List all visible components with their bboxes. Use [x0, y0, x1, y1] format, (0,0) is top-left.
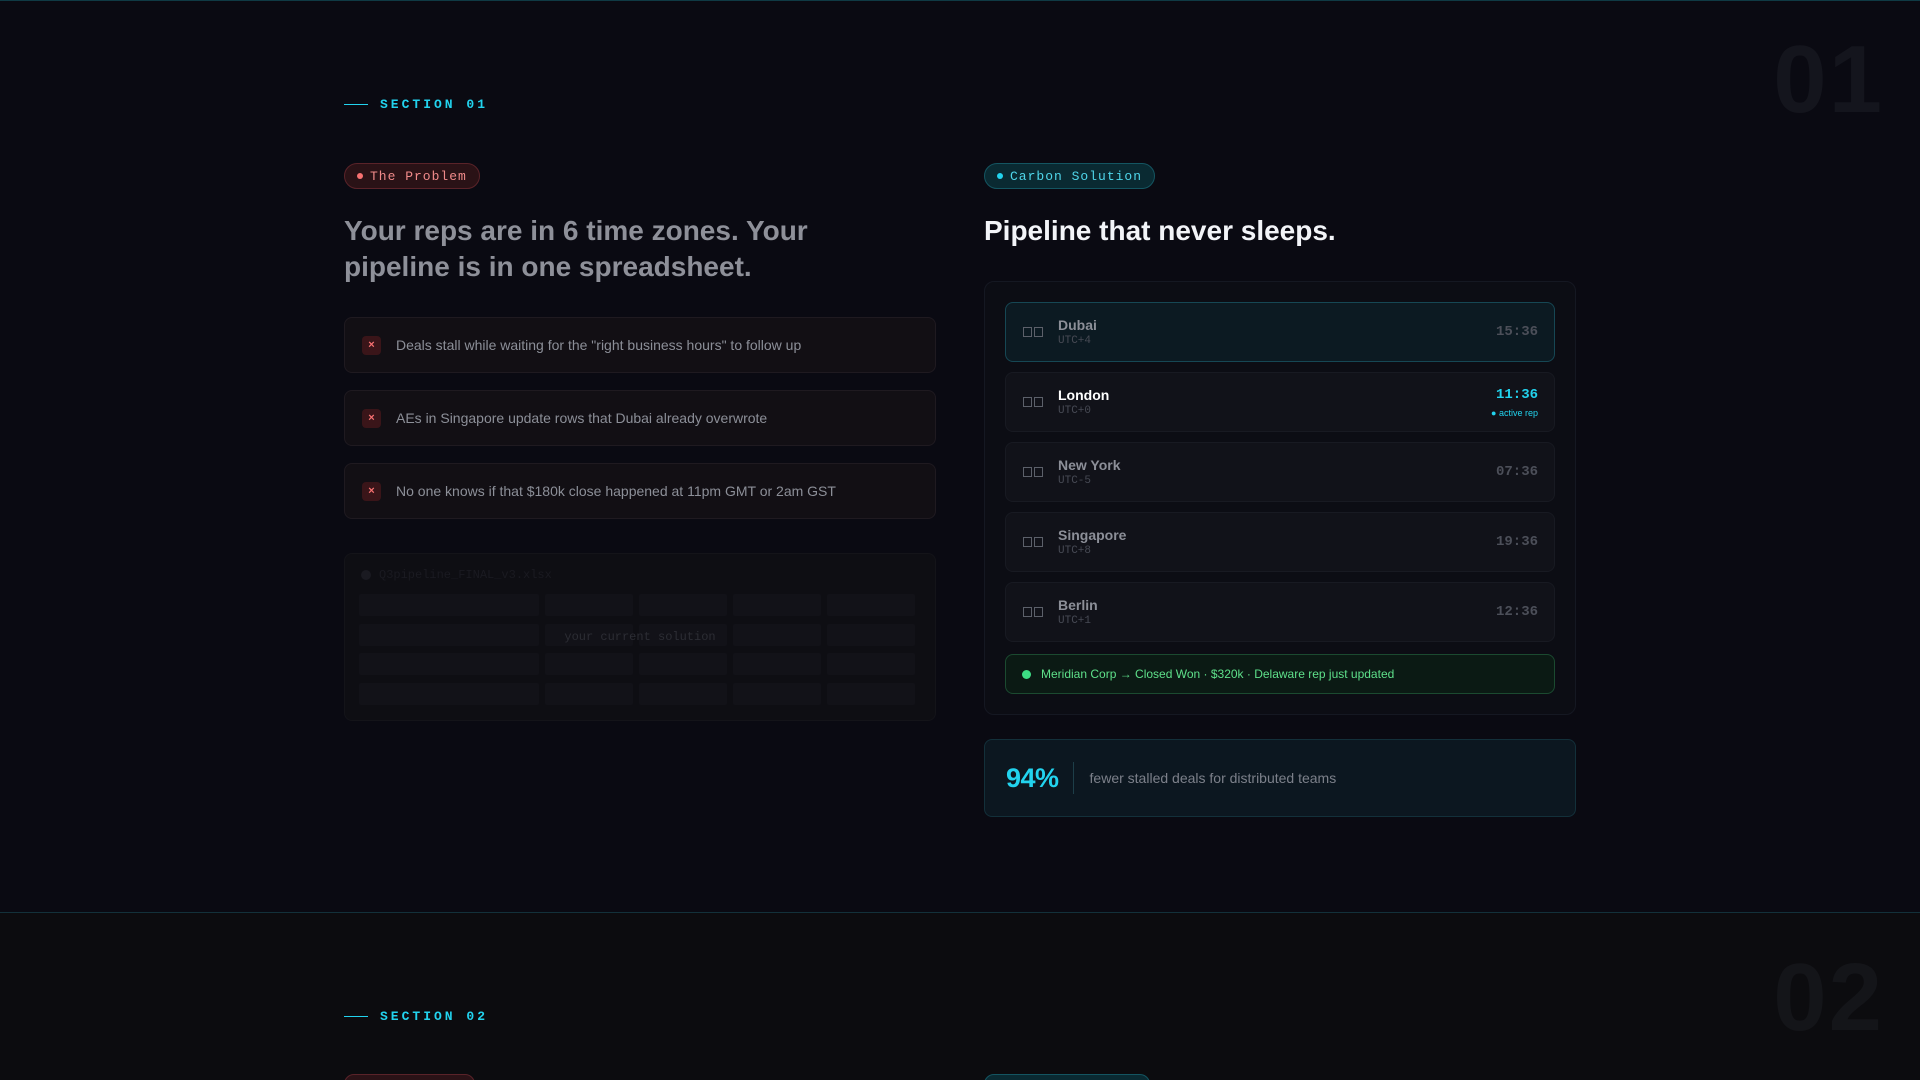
problem-item-text: AEs in Singapore update rows that Dubai …	[396, 410, 768, 426]
flag-icon	[1023, 537, 1043, 547]
spreadsheet-grid	[359, 594, 921, 706]
close-x-icon: ×	[362, 335, 381, 355]
notification-text: Meridian Corp → Closed Won · $320k · Del…	[1041, 667, 1395, 681]
problem-dot-icon	[357, 173, 363, 179]
deal-notification: Meridian Corp → Closed Won · $320k · Del…	[1005, 654, 1555, 694]
timezone-city: London	[1058, 387, 1110, 403]
section-label: SECTION 01	[344, 97, 488, 112]
timezone-time: 12:36	[1495, 604, 1538, 620]
timezone-row-dubai[interactable]: Dubai UTC+4 15:36	[1005, 302, 1555, 362]
close-x-icon: ×	[362, 408, 381, 428]
close-x-icon: ×	[362, 481, 381, 501]
timezone-utc: UTC-5	[1058, 475, 1092, 487]
problem-tag-label: The Problem	[370, 168, 467, 184]
problem-item-text: Deals stall while waiting for the "right…	[396, 337, 802, 353]
section-label-line	[344, 1016, 368, 1017]
solution-dot-icon	[997, 173, 1003, 179]
problem-item: × No one knows if that $180k close happe…	[344, 463, 936, 519]
section-1: 01 SECTION 01 The Problem Your reps are …	[0, 0, 1920, 912]
section-2: 02 SECTION 02	[0, 912, 1920, 1080]
solution-title: Pipeline that never sleeps.	[984, 215, 1336, 246]
problem-title: Your reps are in 6 time zones. Your pipe…	[344, 215, 808, 282]
flag-icon	[1023, 467, 1043, 477]
section-label-text: SECTION 02	[380, 1009, 489, 1024]
timezone-city: Dubai	[1058, 317, 1097, 333]
timezone-utc: UTC+4	[1058, 335, 1092, 347]
problem-item: × AEs in Singapore update rows that Duba…	[344, 390, 936, 446]
solution-tag-label: Carbon Solution	[1010, 168, 1143, 184]
problem-item: × Deals stall while waiting for the "rig…	[344, 317, 936, 373]
solution-tag: Carbon Solution	[984, 163, 1156, 189]
stat-value: 94%	[1006, 762, 1059, 793]
section-number: 01	[1773, 26, 1884, 133]
timezone-row-singapore[interactable]: Singapore UTC+8 19:36	[1005, 512, 1555, 572]
section-number: 02	[1773, 944, 1884, 1051]
timezone-row-new-york[interactable]: New York UTC-5 07:36	[1005, 442, 1555, 502]
flag-icon	[1023, 397, 1043, 407]
section-label-line	[344, 104, 368, 105]
problem-tag-partial	[344, 1074, 475, 1080]
timezone-utc: UTC+0	[1058, 405, 1092, 417]
timezone-row-berlin[interactable]: Berlin UTC+1 12:36	[1005, 582, 1555, 642]
section-label: SECTION 02	[344, 1009, 488, 1024]
timezone-time: 07:36	[1495, 464, 1538, 480]
solution-tag-partial	[984, 1074, 1150, 1080]
flag-icon	[1023, 607, 1043, 617]
timezone-city: Singapore	[1058, 527, 1127, 543]
timezone-time: 19:36	[1495, 534, 1538, 550]
timezone-utc: UTC+1	[1058, 615, 1092, 627]
stat-divider	[1072, 762, 1074, 794]
spreadsheet-header: Q3pipeline_FINAL_v3.xlsx	[361, 568, 552, 582]
timezone-panel: Dubai UTC+4 15:36 London UTC+0 11:36 ● a…	[984, 281, 1576, 715]
timezone-time: 15:36	[1495, 324, 1538, 340]
active-rep-badge: ● active rep	[1491, 408, 1538, 418]
timezone-utc: UTC+8	[1058, 545, 1092, 557]
stat-card: 94% fewer stalled deals for distributed …	[984, 739, 1576, 817]
timezone-row-london[interactable]: London UTC+0 11:36 ● active rep	[1005, 372, 1555, 432]
timezone-time: 11:36	[1495, 387, 1538, 403]
problem-item-text: No one knows if that $180k close happene…	[396, 483, 836, 499]
spreadsheet-caption: your current solution	[564, 630, 716, 644]
spreadsheet-filename: Q3pipeline_FINAL_v3.xlsx	[379, 568, 552, 582]
flag-icon	[1023, 327, 1043, 337]
problem-tag: The Problem	[344, 163, 480, 189]
section-label-text: SECTION 01	[380, 97, 489, 112]
stat-description: fewer stalled deals for distributed team…	[1089, 770, 1337, 786]
file-icon	[361, 570, 371, 580]
status-dot-icon	[1022, 669, 1031, 679]
timezone-city: Berlin	[1058, 597, 1098, 613]
timezone-city: New York	[1058, 457, 1121, 473]
